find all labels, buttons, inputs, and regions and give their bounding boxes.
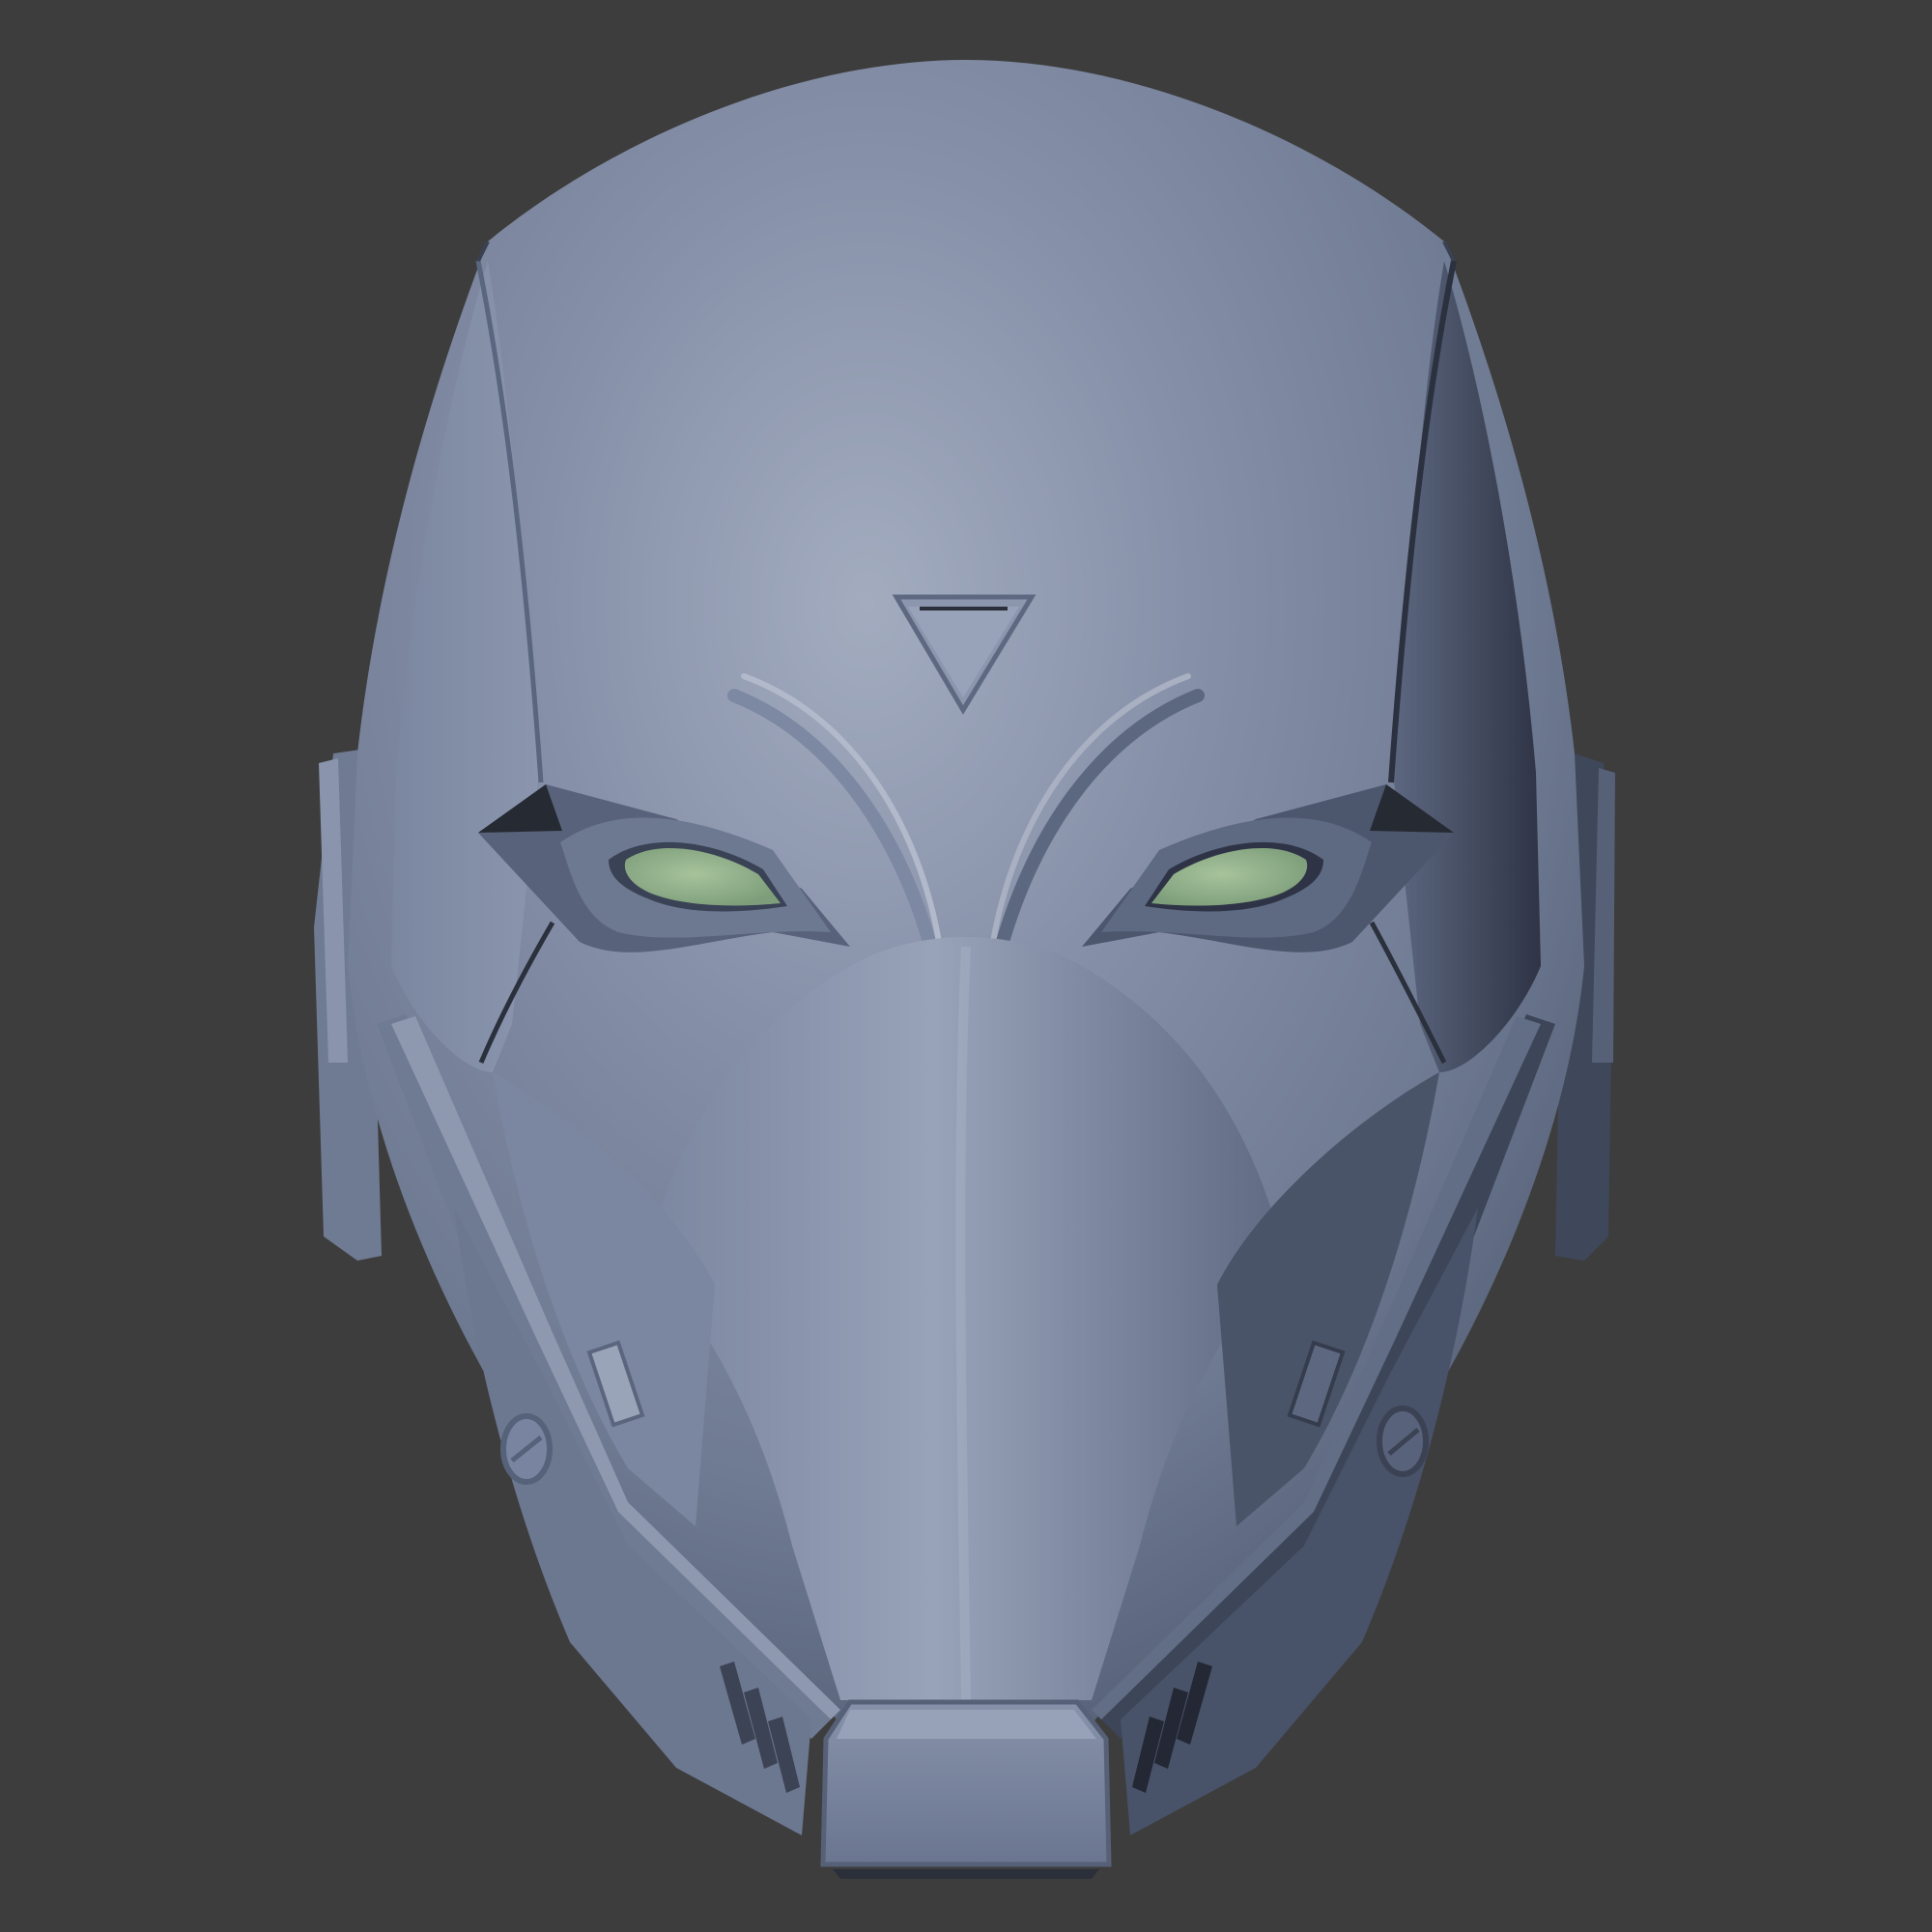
render-viewport xyxy=(0,0,1932,1932)
right-bolt-circle-icon xyxy=(1377,1406,1429,1477)
left-bolt-circle-icon xyxy=(500,1413,553,1485)
helmet-render xyxy=(314,60,1615,1879)
